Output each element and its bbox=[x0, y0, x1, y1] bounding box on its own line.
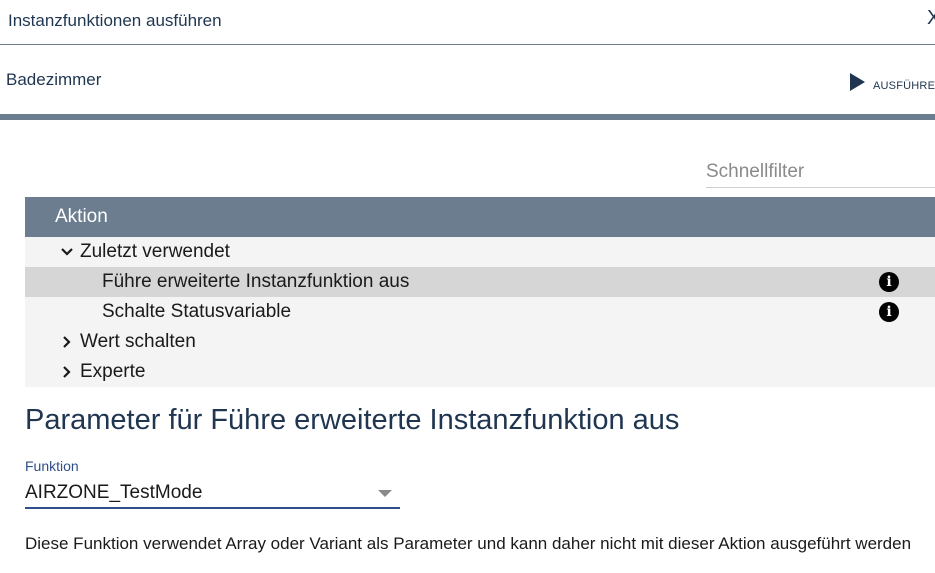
chevron-right-icon bbox=[63, 336, 71, 348]
function-select[interactable]: AIRZONE_TestMode bbox=[25, 480, 400, 509]
dialog-title: Instanzfunktionen ausführen bbox=[8, 11, 222, 30]
function-note: Diese Funktion verwendet Array oder Vari… bbox=[25, 534, 912, 553]
info-icon[interactable]: i bbox=[879, 272, 899, 292]
instance-bar: Badezimmer AUSFÜHRE bbox=[0, 46, 935, 114]
action-row-switch-status-variable[interactable]: Schalte Statusvariable i bbox=[25, 297, 935, 327]
function-select-value: AIRZONE_TestMode bbox=[25, 482, 203, 503]
instance-name: Badezimmer bbox=[6, 70, 102, 89]
group-label: Wert schalten bbox=[80, 331, 196, 352]
play-icon bbox=[850, 73, 865, 91]
quick-filter-input[interactable] bbox=[706, 157, 935, 188]
action-row-extended-instance-function[interactable]: Führe erweiterte Instanzfunktion aus i bbox=[25, 267, 935, 297]
action-label: Schalte Statusvariable bbox=[102, 301, 292, 322]
group-switch-value[interactable]: Wert schalten bbox=[25, 327, 935, 357]
group-expert[interactable]: Experte bbox=[25, 357, 935, 387]
chevron-right-icon bbox=[63, 366, 71, 378]
parameters-title: Parameter für Führe erweiterte Instanzfu… bbox=[25, 404, 680, 436]
chevron-down-icon bbox=[61, 248, 73, 256]
caret-down-icon bbox=[378, 490, 392, 497]
group-recently-used[interactable]: Zuletzt verwendet bbox=[25, 237, 935, 267]
actions-table: Aktion Zuletzt verwendet Führe erweitert… bbox=[25, 197, 935, 387]
dialog-header: Instanzfunktionen ausführen X bbox=[0, 0, 935, 45]
action-label: Führe erweiterte Instanzfunktion aus bbox=[102, 271, 410, 292]
close-icon[interactable]: X bbox=[927, 8, 935, 28]
run-button[interactable]: AUSFÜHRE bbox=[850, 70, 935, 94]
run-button-label: AUSFÜHRE bbox=[873, 80, 935, 92]
group-label: Zuletzt verwendet bbox=[80, 241, 230, 262]
group-label: Experte bbox=[80, 361, 146, 382]
function-field-label: Funktion bbox=[25, 458, 79, 474]
actions-table-header: Aktion bbox=[25, 197, 935, 237]
info-icon[interactable]: i bbox=[879, 302, 899, 322]
header-divider bbox=[0, 114, 935, 120]
